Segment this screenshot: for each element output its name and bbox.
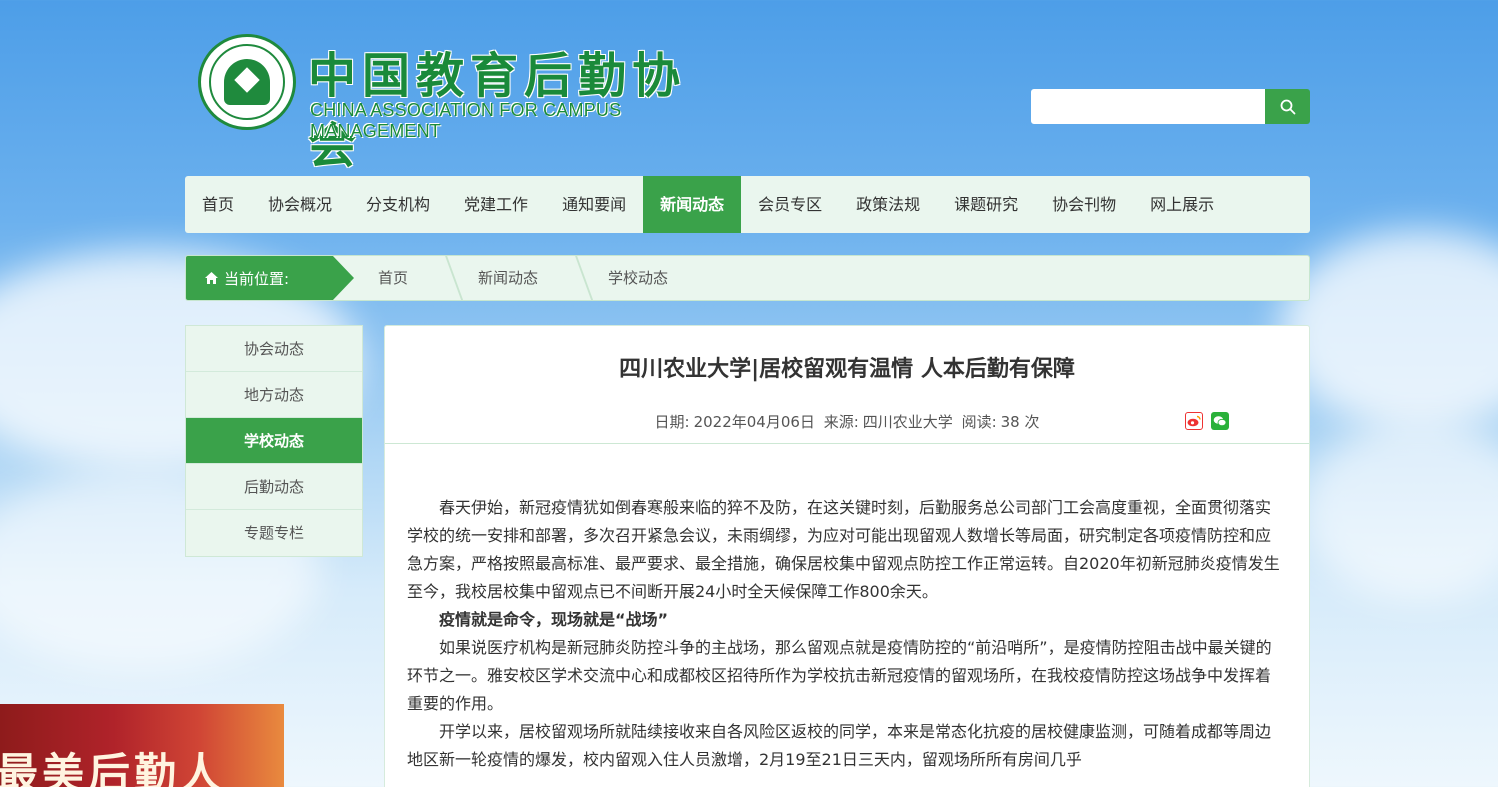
share-buttons (1185, 412, 1229, 430)
breadcrumb-label: 当前位置: (186, 256, 354, 300)
search-bar (1031, 89, 1310, 124)
source-label: 来源: (823, 413, 859, 431)
sidebar-item-4[interactable]: 专题专栏 (186, 510, 362, 556)
article-paragraph: 如果说医疗机构是新冠肺炎防控斗争的主战场，那么留观点就是疫情防控的“前沿哨所”，… (407, 638, 1272, 713)
article-meta: 日期: 2022年04月06日 来源: 四川农业大学 阅读: 38 次 (385, 411, 1309, 433)
breadcrumb-news[interactable]: 新闻动态 (446, 256, 576, 300)
nav-item-6[interactable]: 会员专区 (741, 176, 839, 233)
nav-item-0[interactable]: 首页 (185, 176, 251, 233)
article-source: 四川农业大学 (862, 413, 953, 431)
main-nav: 首页 协会概况 分支机构 党建工作 通知要闻 新闻动态 会员专区 政策法规 课题研究 协会刊物 网上… (185, 176, 1310, 233)
breadcrumb-home[interactable]: 首页 (332, 256, 446, 300)
article-title: 四川农业大学|居校留观有温情 人本后勤有保障 (619, 357, 1075, 382)
nav-item-7[interactable]: 政策法规 (839, 176, 937, 233)
article-date: 2022年04月06日 (693, 413, 815, 431)
nav-item-9[interactable]: 协会刊物 (1035, 176, 1133, 233)
breadcrumb: 当前位置: 首页 新闻动态 学校动态 (185, 255, 1310, 301)
breadcrumb-school-news[interactable]: 学校动态 (576, 256, 706, 300)
date-label: 日期: (654, 413, 690, 431)
article-reads: 38 次 (1000, 413, 1040, 431)
search-icon (1280, 99, 1295, 114)
sidebar-item-0[interactable]: 协会动态 (186, 326, 362, 372)
site-logo[interactable]: 中国教育后勤协会 CHINA ASSOCIATION FOR CAMPUS MA… (198, 34, 738, 174)
sidebar-item-3[interactable]: 后勤动态 (186, 464, 362, 510)
sidebar: 协会动态 地方动态 学校动态 后勤动态 专题专栏 (185, 325, 363, 557)
search-input[interactable] (1031, 89, 1265, 124)
nav-item-3[interactable]: 党建工作 (447, 176, 545, 233)
logo-english-name: CHINA ASSOCIATION FOR CAMPUS MANAGEMENT (310, 100, 622, 141)
sidebar-item-1[interactable]: 地方动态 (186, 372, 362, 418)
search-button[interactable] (1265, 89, 1310, 124)
reads-label: 阅读: (961, 413, 997, 431)
sidebar-item-2[interactable]: 学校动态 (186, 418, 362, 464)
wechat-share-icon[interactable] (1211, 412, 1229, 430)
banner-text: 最美后勤人 (0, 749, 227, 787)
nav-item-10[interactable]: 网上展示 (1133, 176, 1231, 233)
weibo-share-icon[interactable] (1185, 412, 1203, 430)
nav-item-8[interactable]: 课题研究 (937, 176, 1035, 233)
home-icon (205, 272, 218, 284)
nav-item-5[interactable]: 新闻动态 (643, 176, 742, 233)
article-paragraph: 春天伊始，新冠疫情犹如倒春寒般来临的猝不及防，在这关键时刻，后勤服务总公司部门工… (407, 498, 1280, 601)
article-body: 春天伊始，新冠疫情犹如倒春寒般来临的猝不及防，在这关键时刻，后勤服务总公司部门工… (385, 444, 1309, 774)
nav-item-1[interactable]: 协会概况 (251, 176, 349, 233)
nav-item-2[interactable]: 分支机构 (349, 176, 447, 233)
nav-item-4[interactable]: 通知要闻 (545, 176, 643, 233)
article-subheading: 疫情就是命令，现场就是“战场” (439, 610, 669, 629)
article: 四川农业大学|居校留观有温情 人本后勤有保障 日期: 2022年04月06日 来源… (384, 325, 1310, 787)
promo-banner[interactable]: 最美后勤人 (0, 704, 284, 787)
article-paragraph: 开学以来，居校留观场所就陆续接收来自各风险区返校的同学，本来是常态化抗疫的居校健… (407, 722, 1272, 769)
association-emblem-icon (198, 34, 296, 130)
